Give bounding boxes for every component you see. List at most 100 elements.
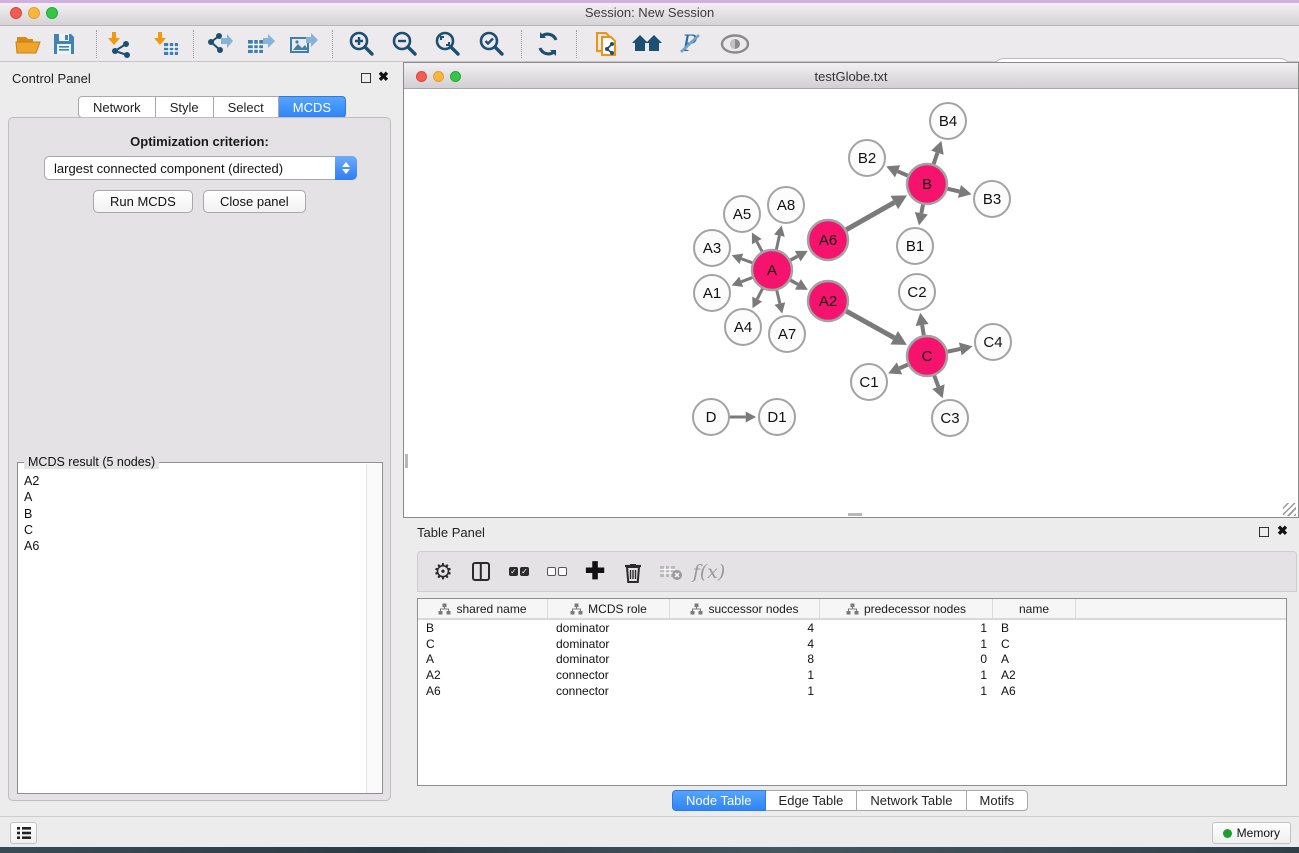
hide-panel-icon[interactable]: P	[673, 29, 707, 59]
home-view-icon[interactable]	[630, 29, 664, 59]
clone-network-icon[interactable]	[589, 29, 623, 59]
mcds-result-list[interactable]: A2ABCA6	[19, 469, 367, 793]
optimization-criterion-dropdown[interactable]: largest connected component (directed)	[44, 156, 357, 180]
control-panel-float-icon[interactable]	[361, 73, 371, 83]
table-cell[interactable]: 1	[670, 683, 820, 699]
table-row[interactable]: Bdominator41B	[418, 620, 1286, 636]
table-cell[interactable]: 8	[670, 651, 820, 667]
table-tab-node-table[interactable]: Node Table	[672, 790, 766, 811]
table-cell[interactable]: connector	[548, 683, 670, 699]
table-cell[interactable]: connector	[548, 667, 670, 683]
settings-gear-icon[interactable]: ⚙	[424, 556, 462, 588]
table-cell[interactable]: A6	[418, 683, 548, 699]
table-tab-motifs[interactable]: Motifs	[967, 790, 1029, 811]
delete-column-icon[interactable]	[614, 556, 652, 588]
export-table-icon[interactable]	[244, 29, 278, 59]
table-cell[interactable]: dominator	[548, 620, 670, 636]
edge-A6-B[interactable]	[844, 202, 895, 231]
zoom-fit-icon[interactable]	[431, 29, 465, 59]
table-cell[interactable]: dominator	[548, 636, 670, 652]
delete-table-icon[interactable]	[652, 556, 690, 588]
deselect-all-rows-icon[interactable]	[538, 556, 576, 588]
table-cell[interactable]: C	[418, 636, 548, 652]
table-cell[interactable]: 1	[670, 667, 820, 683]
import-network-icon[interactable]	[103, 29, 137, 59]
table-cell[interactable]: dominator	[548, 651, 670, 667]
result-list-scrollbar[interactable]	[366, 464, 381, 793]
table-cell[interactable]: A	[418, 651, 548, 667]
table-tab-network-table[interactable]: Network Table	[857, 790, 966, 811]
control-panel-close-icon[interactable]: ✖	[378, 72, 389, 82]
table-row[interactable]: Adominator80A	[418, 651, 1286, 667]
edge-A2-C[interactable]	[844, 310, 894, 338]
table-cell[interactable]: C	[993, 636, 1076, 652]
add-column-icon[interactable]: ✚	[576, 556, 614, 588]
column-header-successor-nodes[interactable]: successor nodes	[670, 599, 820, 618]
table-row[interactable]: A2connector11A2	[418, 667, 1286, 683]
network-window-title: testGlobe.txt	[404, 69, 1298, 84]
table-cell[interactable]: 1	[820, 667, 993, 683]
table-cell[interactable]: A	[993, 651, 1076, 667]
table-panel-close-icon[interactable]: ✖	[1277, 526, 1288, 536]
table-row[interactable]: A6connector11A6	[418, 683, 1286, 699]
function-builder-icon[interactable]: f(x)	[690, 556, 728, 588]
result-list-item[interactable]: A	[24, 489, 367, 505]
memory-button[interactable]: Memory	[1212, 822, 1291, 844]
control-tab-network[interactable]: Network	[78, 96, 156, 118]
table-cell[interactable]: 4	[670, 620, 820, 636]
open-session-icon[interactable]	[11, 29, 45, 59]
memory-status-icon	[1223, 829, 1232, 838]
show-columns-icon[interactable]	[462, 556, 500, 588]
toolbar-separator	[96, 30, 97, 58]
show-hide-graphics-icon[interactable]	[718, 29, 752, 59]
export-image-icon[interactable]	[287, 29, 321, 59]
column-header-predecessor-nodes[interactable]: predecessor nodes	[820, 599, 993, 618]
mcds-result-title: MCDS result (5 nodes)	[24, 455, 159, 469]
zoom-selected-icon[interactable]	[475, 29, 509, 59]
network-view-window: testGlobe.txt B4B2BB3A5A8A6A3AB1A1A2C2A4…	[403, 62, 1299, 518]
task-history-button[interactable]	[10, 822, 37, 844]
desktop-background-edge	[0, 847, 1299, 853]
control-tab-select[interactable]: Select	[214, 96, 279, 118]
table-cell[interactable]: 0	[820, 651, 993, 667]
column-header-shared-name[interactable]: shared name	[418, 599, 548, 618]
table-tab-edge-table[interactable]: Edge Table	[766, 790, 858, 811]
control-tab-style[interactable]: Style	[156, 96, 214, 118]
import-table-icon[interactable]	[149, 29, 183, 59]
table-cell[interactable]: A2	[418, 667, 548, 683]
network-canvas[interactable]: B4B2BB3A5A8A6A3AB1A1A2C2A4A7C4CC1DD1C3	[405, 89, 1297, 517]
zoom-out-icon[interactable]	[388, 29, 422, 59]
table-cell[interactable]: A2	[993, 667, 1076, 683]
table-row[interactable]: Cdominator41C	[418, 636, 1286, 652]
desktop-menubar-edge	[0, 0, 1299, 3]
save-session-icon[interactable]	[47, 29, 81, 59]
result-list-item[interactable]: A2	[24, 473, 367, 489]
control-tab-mcds[interactable]: MCDS	[279, 96, 346, 118]
window-title: Session: New Session	[0, 5, 1299, 20]
table-cell[interactable]: 1	[820, 636, 993, 652]
column-header-MCDS-role[interactable]: MCDS role	[548, 599, 670, 618]
network-graph[interactable]: B4B2BB3A5A8A6A3AB1A1A2C2A4A7C4CC1DD1C3	[405, 89, 1297, 517]
export-network-icon[interactable]	[201, 29, 235, 59]
table-cell[interactable]: A6	[993, 683, 1076, 699]
result-list-item[interactable]: A6	[24, 538, 367, 554]
table-cell[interactable]: 4	[670, 636, 820, 652]
zoom-in-icon[interactable]	[345, 29, 379, 59]
select-all-rows-icon[interactable]: ✓✓	[500, 556, 538, 588]
close-panel-button[interactable]: Close panel	[203, 190, 306, 213]
table-cell[interactable]: 1	[820, 683, 993, 699]
window-resize-grip[interactable]	[1283, 503, 1296, 516]
run-mcds-button[interactable]: Run MCDS	[93, 190, 193, 213]
result-list-item[interactable]: B	[24, 506, 367, 522]
toolbar-separator	[521, 30, 522, 58]
column-header-name[interactable]: name	[993, 599, 1076, 618]
table-cell[interactable]: B	[418, 620, 548, 636]
refresh-layout-icon[interactable]	[531, 29, 565, 59]
node-label-B2: B2	[858, 150, 876, 167]
node-label-B3: B3	[983, 191, 1001, 208]
table-cell[interactable]: B	[993, 620, 1076, 636]
result-list-item[interactable]: C	[24, 522, 367, 538]
table-cell[interactable]: 1	[820, 620, 993, 636]
node-label-A4: A4	[734, 319, 752, 336]
table-panel-float-icon[interactable]	[1259, 527, 1269, 537]
